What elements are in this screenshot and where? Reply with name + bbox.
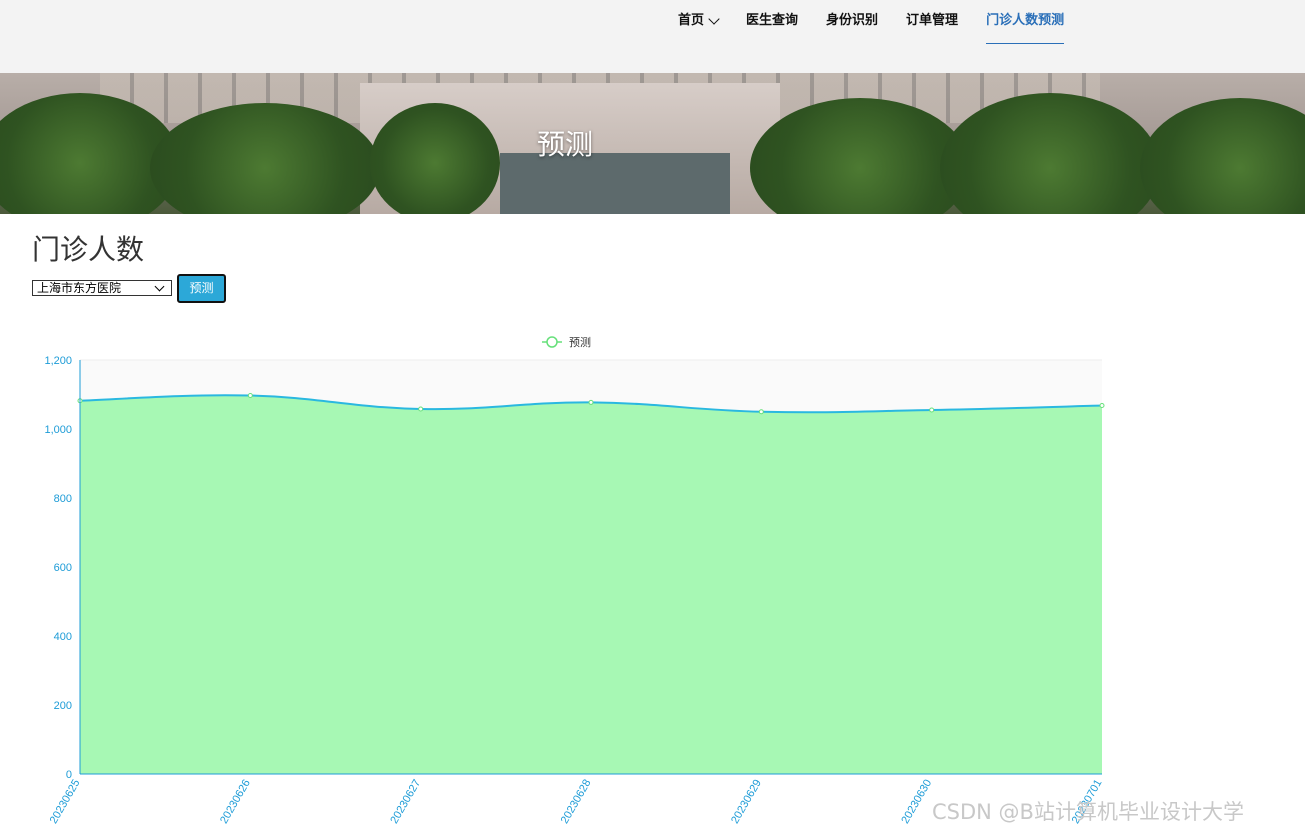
y-tick-label: 600 xyxy=(54,562,72,574)
forecast-chart: 02004006008001,0001,20020230625 20230626 2… xyxy=(44,336,1105,826)
nav-orders[interactable]: 订单管理 xyxy=(906,12,958,44)
nav-outpatient-forecast-label: 门诊人数预测 xyxy=(986,13,1065,28)
y-tick-label: 800 xyxy=(54,493,72,505)
data-point xyxy=(418,406,424,412)
x-tick-label: 20230627 xyxy=(388,778,423,826)
data-point xyxy=(588,399,594,405)
top-navbar: 首页 医生查询 身份识别 订单管理 门诊人数预测 xyxy=(0,0,1305,73)
nav-doctor-search-label: 医生查询 xyxy=(746,13,799,28)
main-nav: 首页 医生查询 身份识别 订单管理 门诊人数预测 xyxy=(678,12,1092,44)
data-point xyxy=(758,409,764,415)
y-tick-label: 1,000 xyxy=(44,424,72,436)
x-tick-label: 20230629 xyxy=(729,778,764,826)
banner-tree xyxy=(1140,98,1305,214)
predict-button[interactable]: 预测 xyxy=(177,274,226,303)
chevron-down-icon xyxy=(154,281,165,292)
nav-home[interactable]: 首页 xyxy=(678,12,720,44)
y-tick-label: 400 xyxy=(54,631,72,643)
y-tick-label: 1,200 xyxy=(44,355,72,367)
nav-identity[interactable]: 身份识别 xyxy=(826,12,878,44)
chevron-down-icon xyxy=(708,13,720,25)
hospital-select[interactable]: 上海市东方医院 xyxy=(32,280,172,296)
data-point xyxy=(247,393,253,399)
page-title: 门诊人数 xyxy=(32,233,145,266)
hospital-select-value: 上海市东方医院 xyxy=(37,281,122,295)
nav-outpatient-forecast[interactable]: 门诊人数预测 xyxy=(986,12,1065,44)
x-tick-label: 20230628 xyxy=(559,778,594,826)
hero-banner: 预测 xyxy=(0,73,1305,214)
data-point xyxy=(929,407,935,413)
x-tick-label: 20230630 xyxy=(899,778,934,826)
nav-orders-label: 订单管理 xyxy=(906,13,959,28)
legend-label: 预测 xyxy=(569,336,591,349)
nav-home-label: 首页 xyxy=(678,13,705,28)
x-tick-label: 20230626 xyxy=(218,778,253,826)
nav-identity-label: 身份识别 xyxy=(826,13,879,28)
watermark: CSDN @B站计算机毕业设计大学 xyxy=(932,800,1244,824)
legend-marker xyxy=(546,336,558,348)
series-area xyxy=(80,395,1102,774)
y-tick-label: 200 xyxy=(54,700,72,712)
data-point xyxy=(1099,403,1105,409)
x-tick-label: 20230625 xyxy=(48,778,83,826)
nav-doctor-search[interactable]: 医生查询 xyxy=(746,12,798,44)
banner-title: 预测 xyxy=(536,128,593,161)
